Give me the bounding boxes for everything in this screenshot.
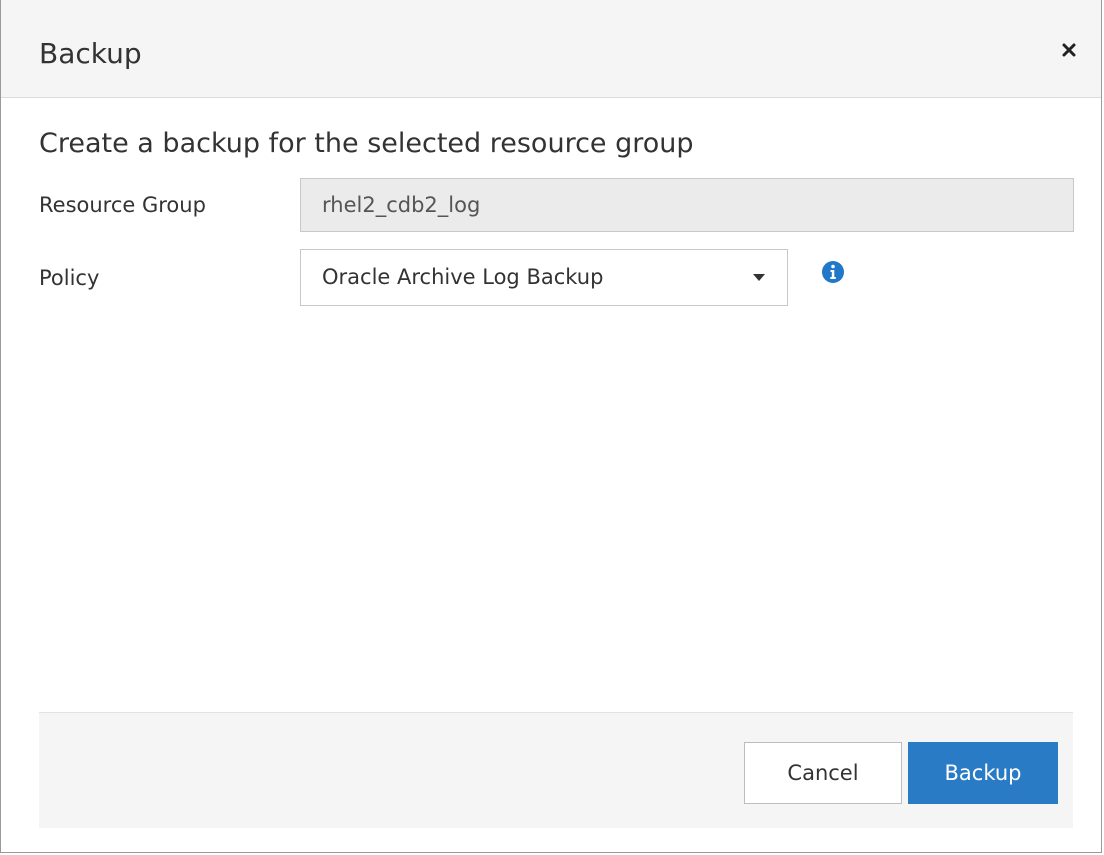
policy-label: Policy [39,266,100,290]
policy-select[interactable]: Oracle Archive Log Backup [300,249,788,306]
policy-selected-value: Oracle Archive Log Backup [322,265,604,289]
dialog-title: Backup [39,37,142,70]
info-icon-glyph [822,261,844,283]
resource-group-field: rhel2_cdb2_log [300,178,1074,232]
cancel-button[interactable]: Cancel [744,742,902,804]
dialog-subtitle: Create a backup for the selected resourc… [39,128,694,159]
resource-group-label: Resource Group [39,193,206,217]
backup-dialog: Backup Create a backup for the selected … [0,0,1102,853]
dialog-footer: Cancel Backup [39,712,1073,828]
backup-button[interactable]: Backup [908,742,1058,804]
info-icon[interactable] [821,260,845,284]
caret-down-icon [753,274,765,281]
close-icon-glyph [1062,43,1076,57]
close-icon[interactable] [1055,34,1085,64]
dialog-header: Backup [1,0,1101,98]
